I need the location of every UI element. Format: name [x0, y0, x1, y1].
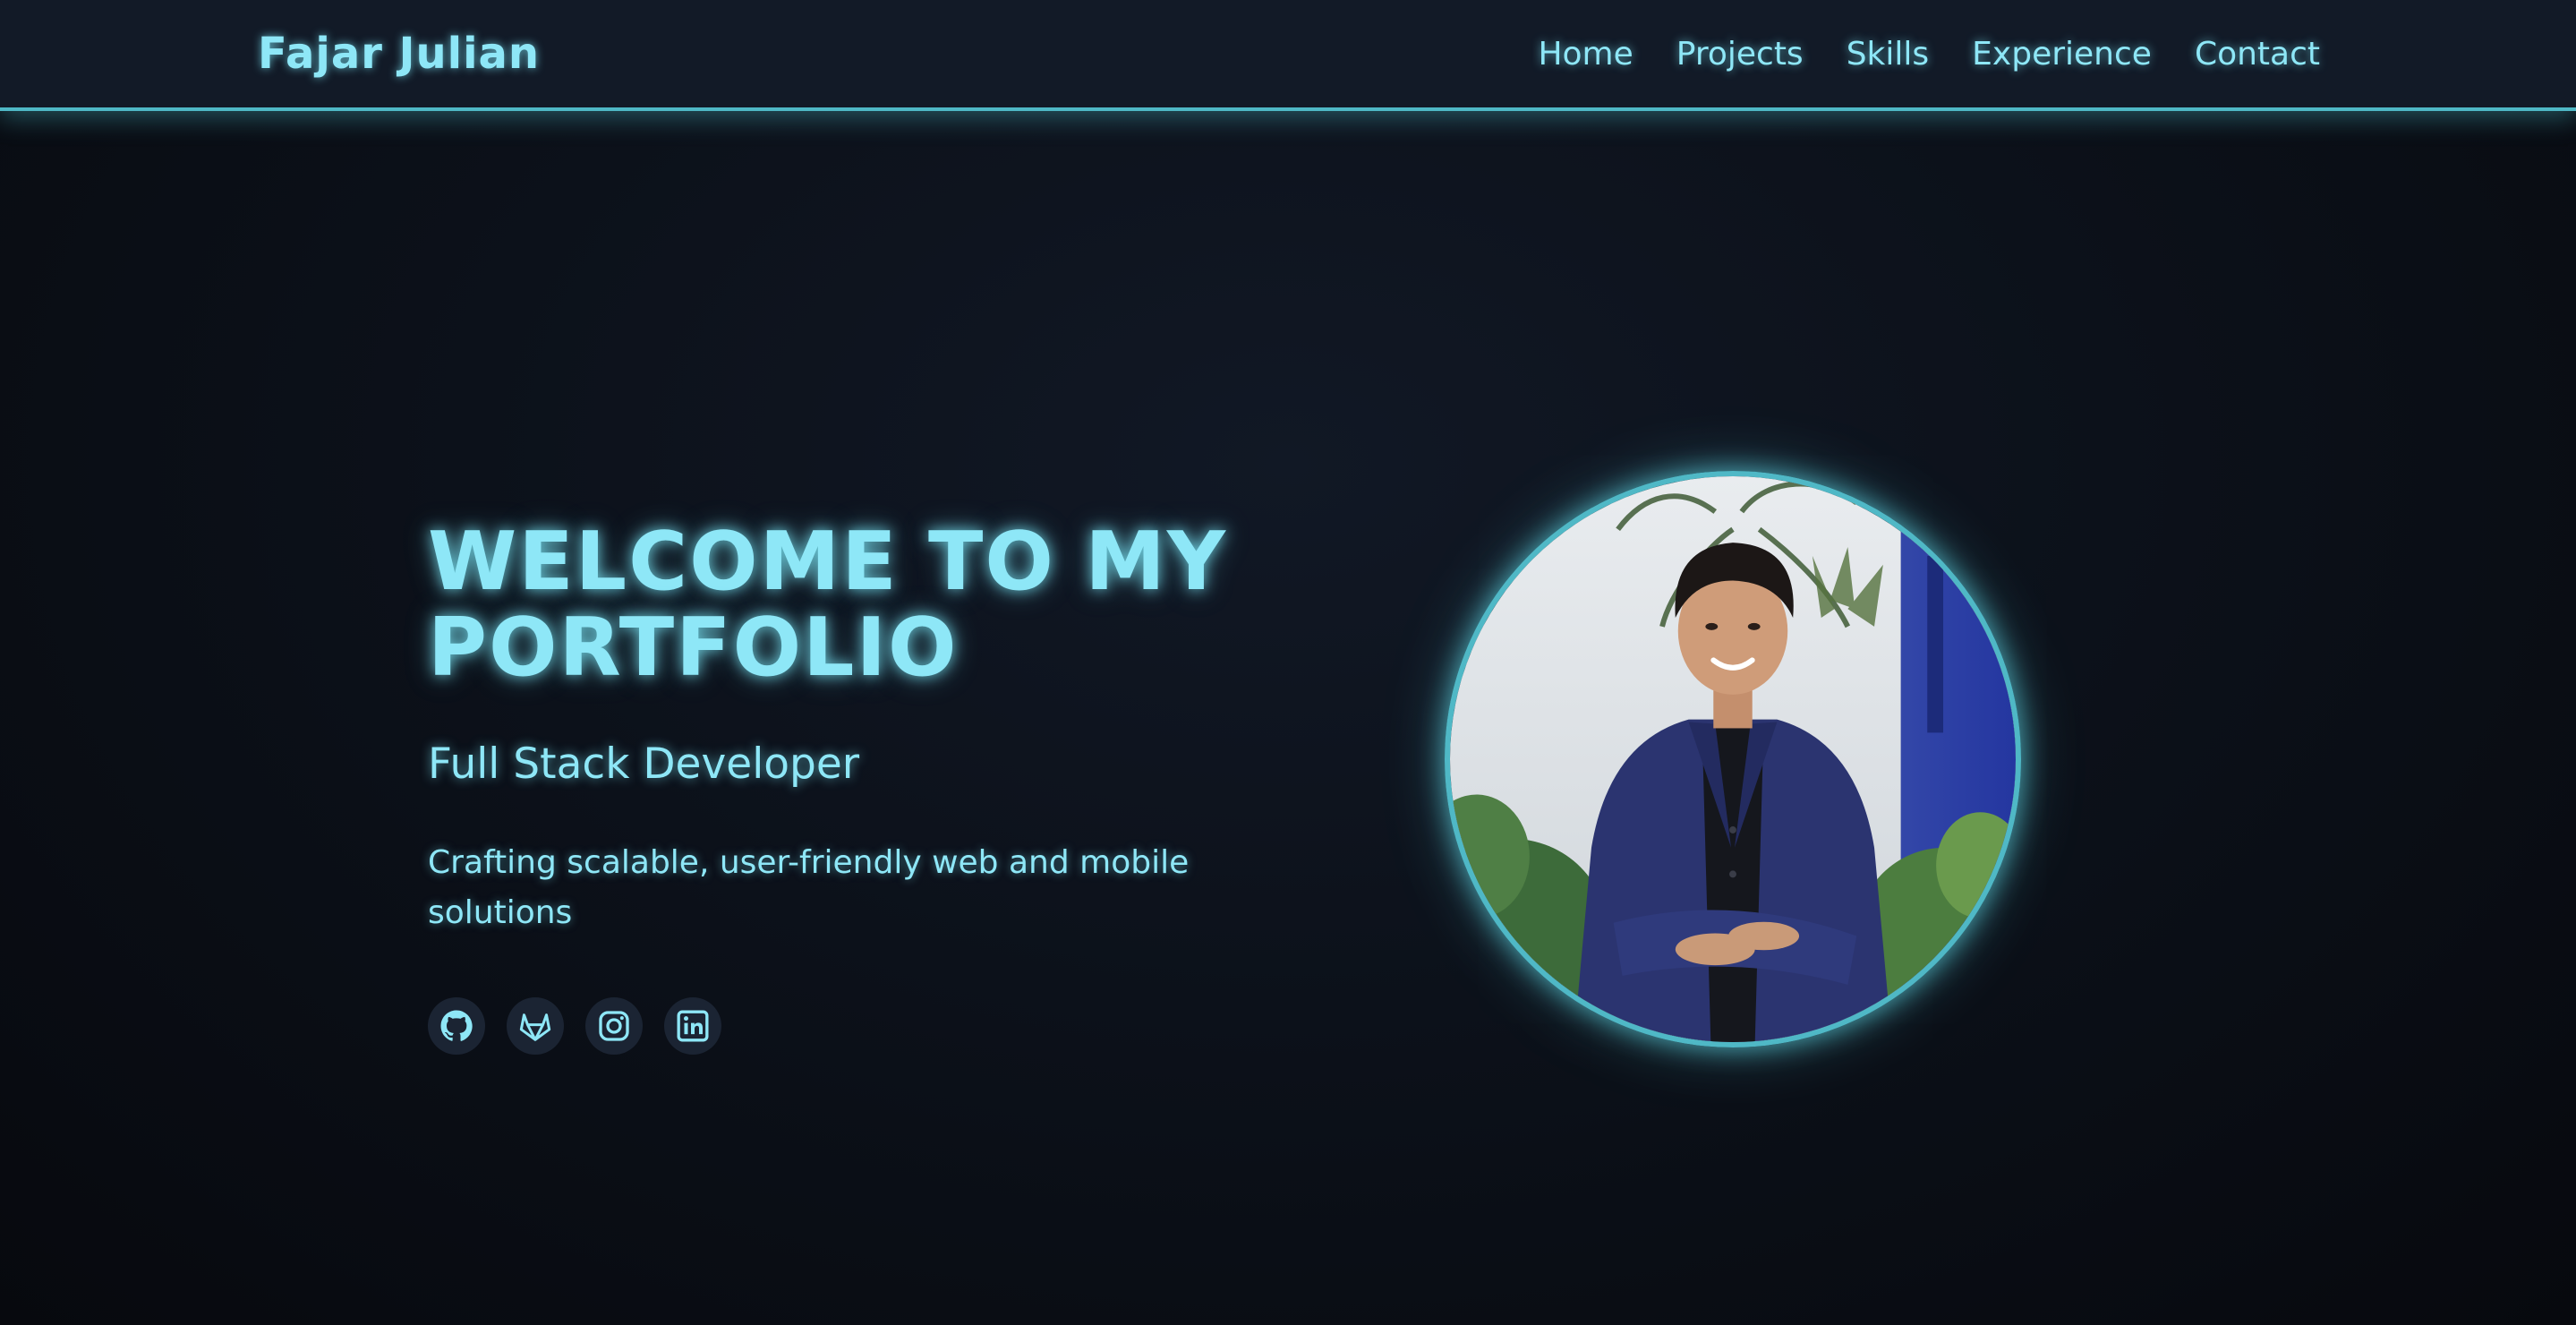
profile-photo [1445, 471, 2021, 1047]
linkedin-icon [675, 1008, 711, 1044]
instagram-icon [596, 1008, 632, 1044]
github-link[interactable] [428, 997, 485, 1055]
gitlab-link[interactable] [507, 997, 564, 1055]
hero-role: Full Stack Developer [428, 739, 860, 789]
hero-description: Crafting scalable, user-friendly web and… [428, 844, 1190, 931]
github-icon [439, 1008, 474, 1044]
nav-link-experience[interactable]: Experience [1972, 32, 2152, 77]
nav-link-skills[interactable]: Skills [1847, 32, 1929, 77]
navbar: Fajar Julian Home Projects Skills Experi… [0, 0, 2576, 111]
social-links [428, 997, 1323, 1055]
nav-menu: Home Projects Skills Experience Contact [1538, 32, 2320, 77]
nav-link-contact[interactable]: Contact [2195, 32, 2320, 77]
hero-section: WELCOME TO MY PORTFOLIO Full Stack Devel… [428, 519, 1323, 1055]
page: Fajar Julian Home Projects Skills Experi… [0, 0, 2576, 1325]
nav-link-home[interactable]: Home [1538, 32, 1633, 77]
hero-title: WELCOME TO MY PORTFOLIO [428, 515, 1227, 695]
brand-logo[interactable]: Fajar Julian [258, 27, 540, 81]
linkedin-link[interactable] [664, 997, 721, 1055]
gitlab-icon [517, 1008, 553, 1044]
nav-link-projects[interactable]: Projects [1676, 32, 1804, 77]
instagram-link[interactable] [585, 997, 643, 1055]
